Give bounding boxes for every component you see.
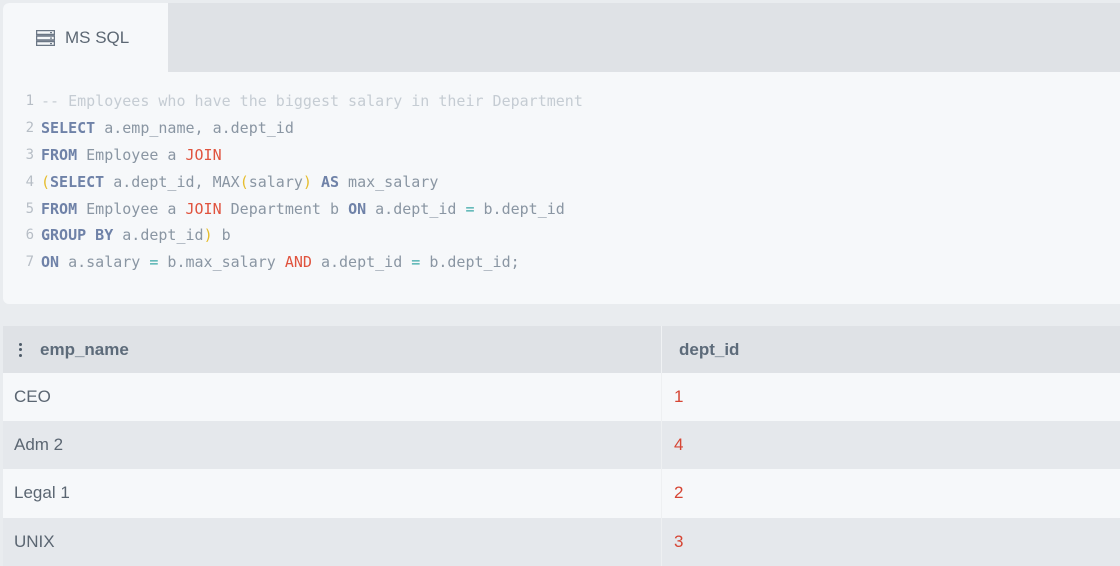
sql-editor-panel: MS SQL 1 -- Employees who have the bigges… (3, 3, 1120, 304)
code-token: Employee a (77, 199, 186, 218)
code-token: ON (41, 253, 60, 272)
code-token: SELECT (50, 172, 105, 191)
cell-emp-name: CEO (3, 373, 662, 422)
table-row[interactable]: Adm 2 4 (3, 421, 1120, 470)
code-token: AND (284, 253, 312, 272)
line-number: 3 (25, 146, 34, 163)
code-token: FROM (41, 199, 78, 218)
code-token: = (149, 253, 159, 272)
code-token: -- Employees who have the biggest salary… (41, 92, 583, 110)
line-number: 5 (25, 200, 34, 217)
code-token: JOIN (185, 199, 222, 218)
table-row[interactable]: UNIX 3 (3, 517, 1120, 566)
column-header-dept-id[interactable]: dept_id (662, 326, 1120, 373)
code-token: JOIN (185, 145, 222, 164)
code-token: a.dept_id (113, 226, 204, 245)
code-token: = (465, 199, 475, 218)
code-line: 6 GROUP BY a.dept_id) b (3, 222, 1120, 249)
line-number: 1 (25, 93, 34, 109)
code-token: ON (348, 199, 367, 218)
cell-emp-name: Legal 1 (3, 469, 662, 518)
tab-label: MS SQL (65, 27, 130, 47)
line-number: 7 (25, 254, 34, 271)
code-line: 5 FROM Employee a JOIN Department b ON a.… (3, 196, 1120, 223)
code-token: ) (302, 172, 312, 191)
kebab-menu-icon[interactable] (15, 342, 25, 357)
code-token: GROUP BY (41, 226, 114, 245)
code-token: salary (248, 172, 303, 191)
column-header-emp-name[interactable]: emp_name (3, 326, 662, 373)
code-line: 7 ON a.salary = b.max_salary AND a.dept_i… (3, 249, 1120, 276)
cell-dept-id: 4 (674, 435, 684, 455)
code-token: SELECT (41, 118, 96, 137)
code-token: ) (203, 226, 213, 245)
code-token: Department b (221, 199, 349, 218)
code-token: ( (41, 172, 51, 191)
code-token: a.dept_id (311, 253, 412, 272)
code-line: 3 FROM Employee a JOIN (3, 142, 1120, 169)
line-number: 6 (25, 227, 34, 244)
cell-emp-name: UNIX (3, 517, 662, 566)
code-token: a.salary (59, 253, 150, 272)
code-line: 4(SELECT a.dept_id, MAX(salary) AS max_s… (3, 169, 1120, 196)
cell-dept-id: 1 (674, 387, 684, 407)
code-token: b (212, 226, 231, 245)
code-token: max_salary (339, 172, 439, 191)
code-line: 1 -- Employees who have the biggest salar… (3, 88, 1120, 115)
editor-tab-bar: MS SQL (3, 3, 1120, 72)
line-number: 2 (25, 119, 34, 136)
code-token: b.max_salary (158, 253, 285, 272)
code-token: AS (320, 172, 340, 191)
code-token: a.dept_id, MAX (104, 172, 240, 191)
code-token: Employee a (77, 145, 186, 164)
code-token: ( (239, 172, 249, 191)
code-token: a.dept_id (366, 199, 466, 218)
code-line: 2 SELECT a.emp_name, a.dept_id (3, 115, 1120, 142)
cell-dept-id: 2 (674, 483, 684, 503)
column-header-label: dept_id (679, 339, 740, 359)
result-table: emp_name dept_id CEO 1 Adm 2 4 Legal 1 2 UNIX 3 (3, 326, 1120, 566)
table-row[interactable]: Legal 1 2 (3, 469, 1120, 518)
database-icon (36, 29, 55, 46)
line-number: 4 (25, 173, 34, 190)
code-token: b.dept_id (474, 199, 565, 218)
column-header-label: emp_name (40, 339, 129, 359)
code-token: a.emp_name, a.dept_id (95, 118, 294, 137)
tab-ms-sql[interactable]: MS SQL (3, 3, 168, 72)
table-row[interactable]: CEO 1 (3, 373, 1120, 422)
table-body: CEO 1 Adm 2 4 Legal 1 2 UNIX 3 (3, 373, 1120, 566)
cell-emp-name: Adm 2 (3, 421, 662, 470)
code-token: b.dept_id; (420, 253, 520, 272)
code-area[interactable]: 1 -- Employees who have the biggest salar… (3, 88, 1120, 276)
code-token: = (411, 253, 421, 272)
cell-dept-id: 3 (674, 531, 684, 551)
table-header: emp_name dept_id (3, 326, 1120, 373)
code-token: FROM (41, 145, 78, 164)
